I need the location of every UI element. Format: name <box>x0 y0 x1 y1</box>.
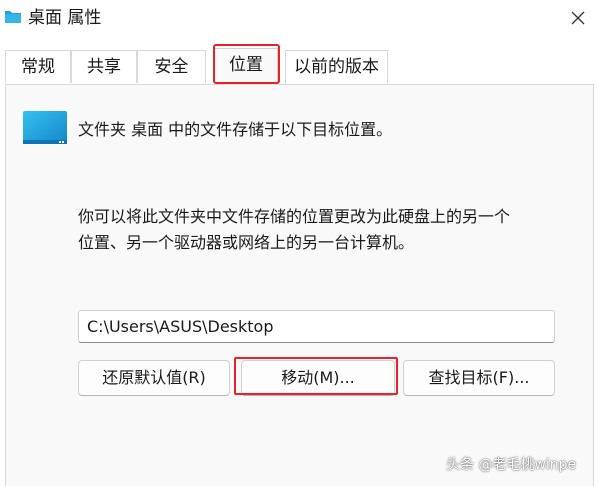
path-input[interactable] <box>78 310 555 343</box>
info-line-2: 位置、另一个驱动器或网络上的另一台计算机。 <box>78 233 415 252</box>
window-title: 桌面 属性 <box>28 8 102 28</box>
tab-location[interactable]: 位置 <box>214 48 278 84</box>
title-bar: 桌面 属性 <box>0 0 599 36</box>
tab-security[interactable]: 安全 <box>137 50 206 83</box>
restore-default-button[interactable]: 还原默认值(R) <box>78 360 230 396</box>
info-line-1: 你可以将此文件夹中文件存储的位置更改为此硬盘上的另一个 <box>78 207 511 226</box>
find-target-button[interactable]: 查找目标(F)... <box>403 360 555 396</box>
close-icon <box>571 11 584 25</box>
close-button[interactable] <box>556 0 599 36</box>
move-button[interactable]: 移动(M)... <box>241 360 395 396</box>
folder-icon <box>23 111 67 144</box>
tab-bar: 常规 共享 安全 位置 以前的版本 <box>0 48 599 85</box>
tab-sharing[interactable]: 共享 <box>71 50 137 83</box>
watermark: 头条 @老毛桃winpe <box>446 457 577 473</box>
tab-general[interactable]: 常规 <box>5 50 71 83</box>
location-description: 文件夹 桌面 中的文件存储于以下目标位置。 <box>78 120 393 139</box>
location-panel <box>5 84 594 486</box>
tab-previous-versions[interactable]: 以前的版本 <box>285 50 388 83</box>
folder-icon <box>5 11 21 23</box>
location-info: 你可以将此文件夹中文件存储的位置更改为此硬盘上的另一个 位置、另一个驱动器或网络… <box>78 204 578 256</box>
